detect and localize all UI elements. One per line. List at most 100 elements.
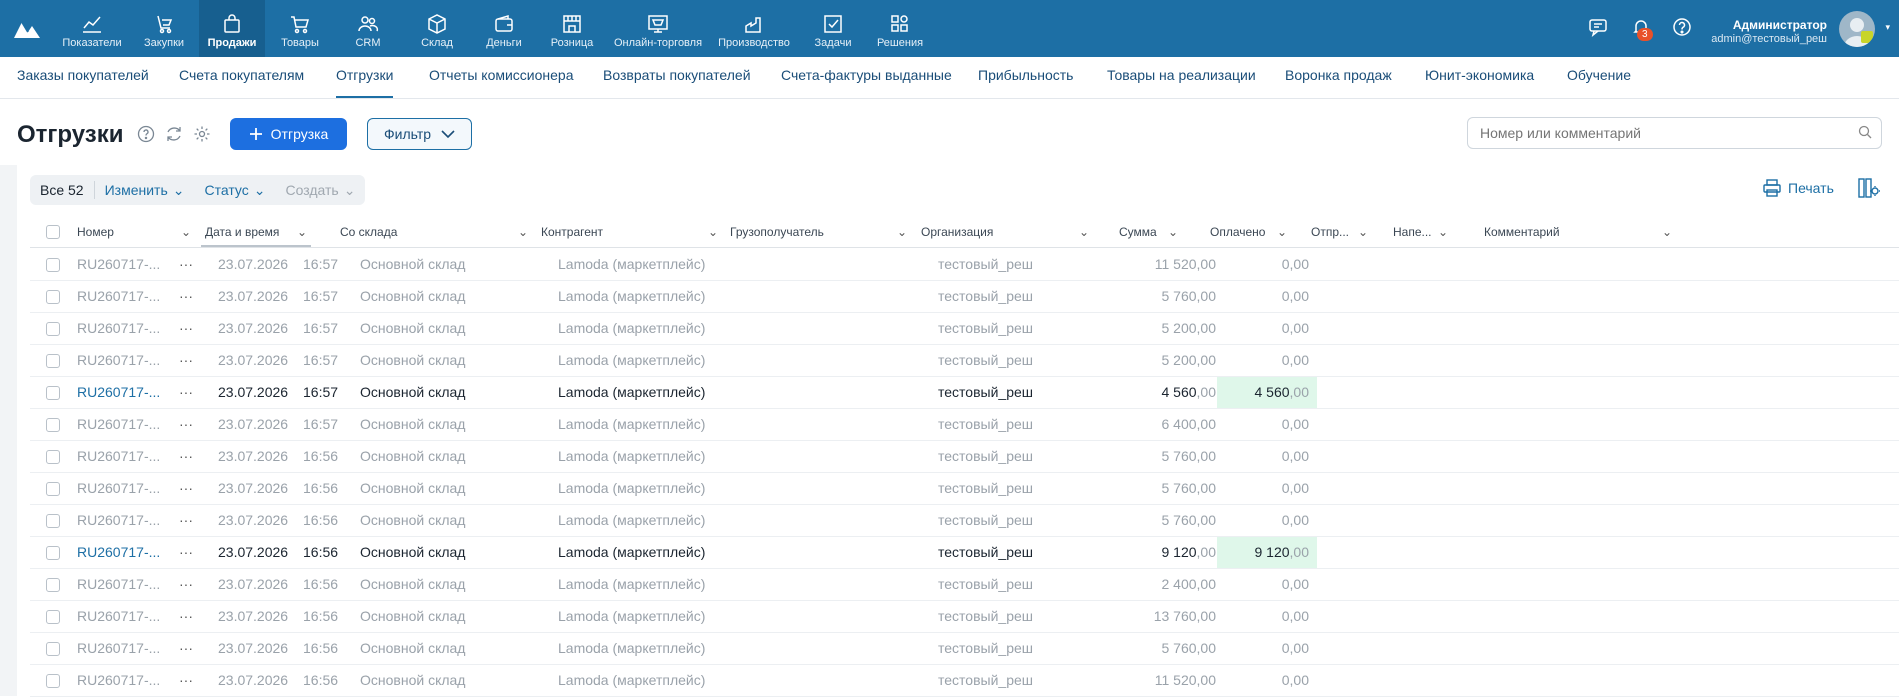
row-number[interactable]: RU260717-... [77, 537, 167, 568]
table-row[interactable]: RU260717-... ··· 23.07.2026 16:57 Основной с… [30, 313, 1899, 345]
tab-consignment-goods[interactable]: Товары на реализации [1107, 57, 1256, 98]
more-options-icon[interactable]: ··· [179, 601, 197, 632]
row-number[interactable]: RU260717-... [77, 569, 167, 600]
print-button[interactable]: Печать [1762, 179, 1834, 197]
row-number[interactable]: RU260717-... [77, 665, 167, 696]
nav-item-sales[interactable]: Продажи [199, 0, 265, 57]
row-checkbox[interactable] [46, 674, 60, 688]
column-header-overhead[interactable]: Напе... ⌄ [1393, 218, 1473, 247]
table-row[interactable]: RU260717-... ··· 23.07.2026 16:56 Основной с… [30, 569, 1899, 601]
row-checkbox[interactable] [46, 450, 60, 464]
tab-customer-returns[interactable]: Возвраты покупателей [603, 57, 751, 98]
column-header-shipped[interactable]: Отпр... ⌄ [1311, 218, 1391, 247]
refresh-icon[interactable] [163, 123, 185, 145]
column-header-sum[interactable]: Сумма ⌄ [1119, 218, 1199, 247]
tab-customer-invoices[interactable]: Счета покупателям [179, 57, 304, 98]
more-options-icon[interactable]: ··· [179, 505, 197, 536]
tab-training[interactable]: Обучение [1567, 57, 1631, 98]
tab-sales-funnel[interactable]: Воронка продаж [1285, 57, 1392, 98]
table-row[interactable]: RU260717-... ··· 23.07.2026 16:56 Основной с… [30, 665, 1899, 697]
more-options-icon[interactable]: ··· [179, 633, 197, 664]
help-circle-icon[interactable] [135, 123, 157, 145]
row-checkbox[interactable] [46, 482, 60, 496]
more-options-icon[interactable]: ··· [179, 345, 197, 376]
table-row[interactable]: RU260717-... ··· 23.07.2026 16:56 Основной с… [30, 473, 1899, 505]
row-number[interactable]: RU260717-... [77, 377, 167, 408]
column-header-comment[interactable]: Комментарий ⌄ [1484, 218, 1674, 247]
more-options-icon[interactable]: ··· [179, 249, 197, 280]
row-number[interactable]: RU260717-... [77, 345, 167, 376]
row-number[interactable]: RU260717-... [77, 249, 167, 280]
row-checkbox[interactable] [46, 578, 60, 592]
column-header-date[interactable]: Дата и время ⌄ [201, 218, 311, 247]
nav-item-solutions[interactable]: Решения [870, 0, 930, 57]
row-number[interactable]: RU260717-... [77, 441, 167, 472]
table-row[interactable]: RU260717-... ··· 23.07.2026 16:56 Основной с… [30, 601, 1899, 633]
nav-item-warehouse[interactable]: Склад [407, 0, 467, 57]
more-options-icon[interactable]: ··· [179, 537, 197, 568]
row-number[interactable]: RU260717-... [77, 601, 167, 632]
more-options-icon[interactable]: ··· [179, 473, 197, 504]
column-header-counterparty[interactable]: Контрагент ⌄ [541, 218, 721, 247]
column-header-number[interactable]: Номер ⌄ [77, 218, 193, 247]
select-all-count[interactable]: Все 52 [30, 182, 94, 198]
more-options-icon[interactable]: ··· [179, 665, 197, 696]
edit-dropdown[interactable]: Изменить ⌄ [95, 182, 195, 199]
row-checkbox[interactable] [46, 290, 60, 304]
tab-commission-reports[interactable]: Отчеты комиссионера [429, 57, 574, 98]
create-dropdown[interactable]: Создать ⌄ [275, 182, 365, 199]
column-header-warehouse[interactable]: Со склада ⌄ [340, 218, 530, 247]
more-options-icon[interactable]: ··· [179, 441, 197, 472]
nav-item-money[interactable]: Деньги [474, 0, 534, 57]
more-options-icon[interactable]: ··· [179, 569, 197, 600]
row-checkbox[interactable] [46, 514, 60, 528]
row-checkbox[interactable] [46, 322, 60, 336]
table-row[interactable]: RU260717-... ··· 23.07.2026 16:57 Основной с… [30, 345, 1899, 377]
column-header-paid[interactable]: Оплачено ⌄ [1210, 218, 1300, 247]
row-checkbox[interactable] [46, 386, 60, 400]
avatar[interactable] [1839, 11, 1875, 47]
row-number[interactable]: RU260717-... [77, 505, 167, 536]
more-options-icon[interactable]: ··· [179, 377, 197, 408]
column-settings-icon[interactable] [1858, 178, 1880, 198]
row-number[interactable]: RU260717-... [77, 409, 167, 440]
user-info[interactable]: Администратор admin@тестовый_реш [1711, 18, 1827, 46]
more-options-icon[interactable]: ··· [179, 313, 197, 344]
table-row[interactable]: RU260717-... ··· 23.07.2026 16:56 Основной с… [30, 633, 1899, 665]
user-menu-chevron-icon[interactable]: ▾ [1885, 22, 1890, 33]
status-dropdown[interactable]: Статус ⌄ [194, 182, 275, 199]
table-row[interactable]: RU260717-... ··· 23.07.2026 16:56 Основной с… [30, 441, 1899, 473]
nav-item-purchases[interactable]: Закупки [134, 0, 194, 57]
tab-profitability[interactable]: Прибыльность [978, 57, 1073, 98]
column-header-consignee[interactable]: Грузополучатель ⌄ [730, 218, 910, 247]
nav-item-crm[interactable]: CRM [338, 0, 398, 57]
table-row[interactable]: RU260717-... ··· 23.07.2026 16:56 Основной с… [30, 537, 1899, 569]
row-checkbox[interactable] [46, 258, 60, 272]
logo-icon[interactable] [12, 16, 42, 40]
nav-item-products[interactable]: Товары [270, 0, 330, 57]
more-options-icon[interactable]: ··· [179, 281, 197, 312]
chat-icon[interactable] [1588, 17, 1608, 37]
row-checkbox[interactable] [46, 546, 60, 560]
table-row[interactable]: RU260717-... ··· 23.07.2026 16:57 Основной с… [30, 249, 1899, 281]
tab-invoices-issued[interactable]: Счета-фактуры выданные [781, 57, 952, 98]
more-options-icon[interactable]: ··· [179, 409, 197, 440]
select-all-checkbox[interactable] [46, 225, 60, 239]
row-number[interactable]: RU260717-... [77, 313, 167, 344]
row-checkbox[interactable] [46, 610, 60, 624]
search-input[interactable] [1467, 117, 1882, 149]
add-shipment-button[interactable]: Отгрузка [230, 118, 347, 150]
table-row[interactable]: RU260717-... ··· 23.07.2026 16:56 Основной с… [30, 505, 1899, 537]
nav-item-tasks[interactable]: Задачи [803, 0, 863, 57]
table-row[interactable]: RU260717-... ··· 23.07.2026 16:57 Основной с… [30, 409, 1899, 441]
column-header-organization[interactable]: Организация ⌄ [921, 218, 1091, 247]
nav-item-indicators[interactable]: Показатели [58, 0, 126, 57]
tab-customer-orders[interactable]: Заказы покупателей [17, 57, 149, 98]
table-row[interactable]: RU260717-... ··· 23.07.2026 16:57 Основной с… [30, 281, 1899, 313]
row-number[interactable]: RU260717-... [77, 633, 167, 664]
filter-button[interactable]: Фильтр [367, 118, 472, 150]
row-number[interactable]: RU260717-... [77, 281, 167, 312]
row-number[interactable]: RU260717-... [77, 473, 167, 504]
row-checkbox[interactable] [46, 354, 60, 368]
row-checkbox[interactable] [46, 642, 60, 656]
